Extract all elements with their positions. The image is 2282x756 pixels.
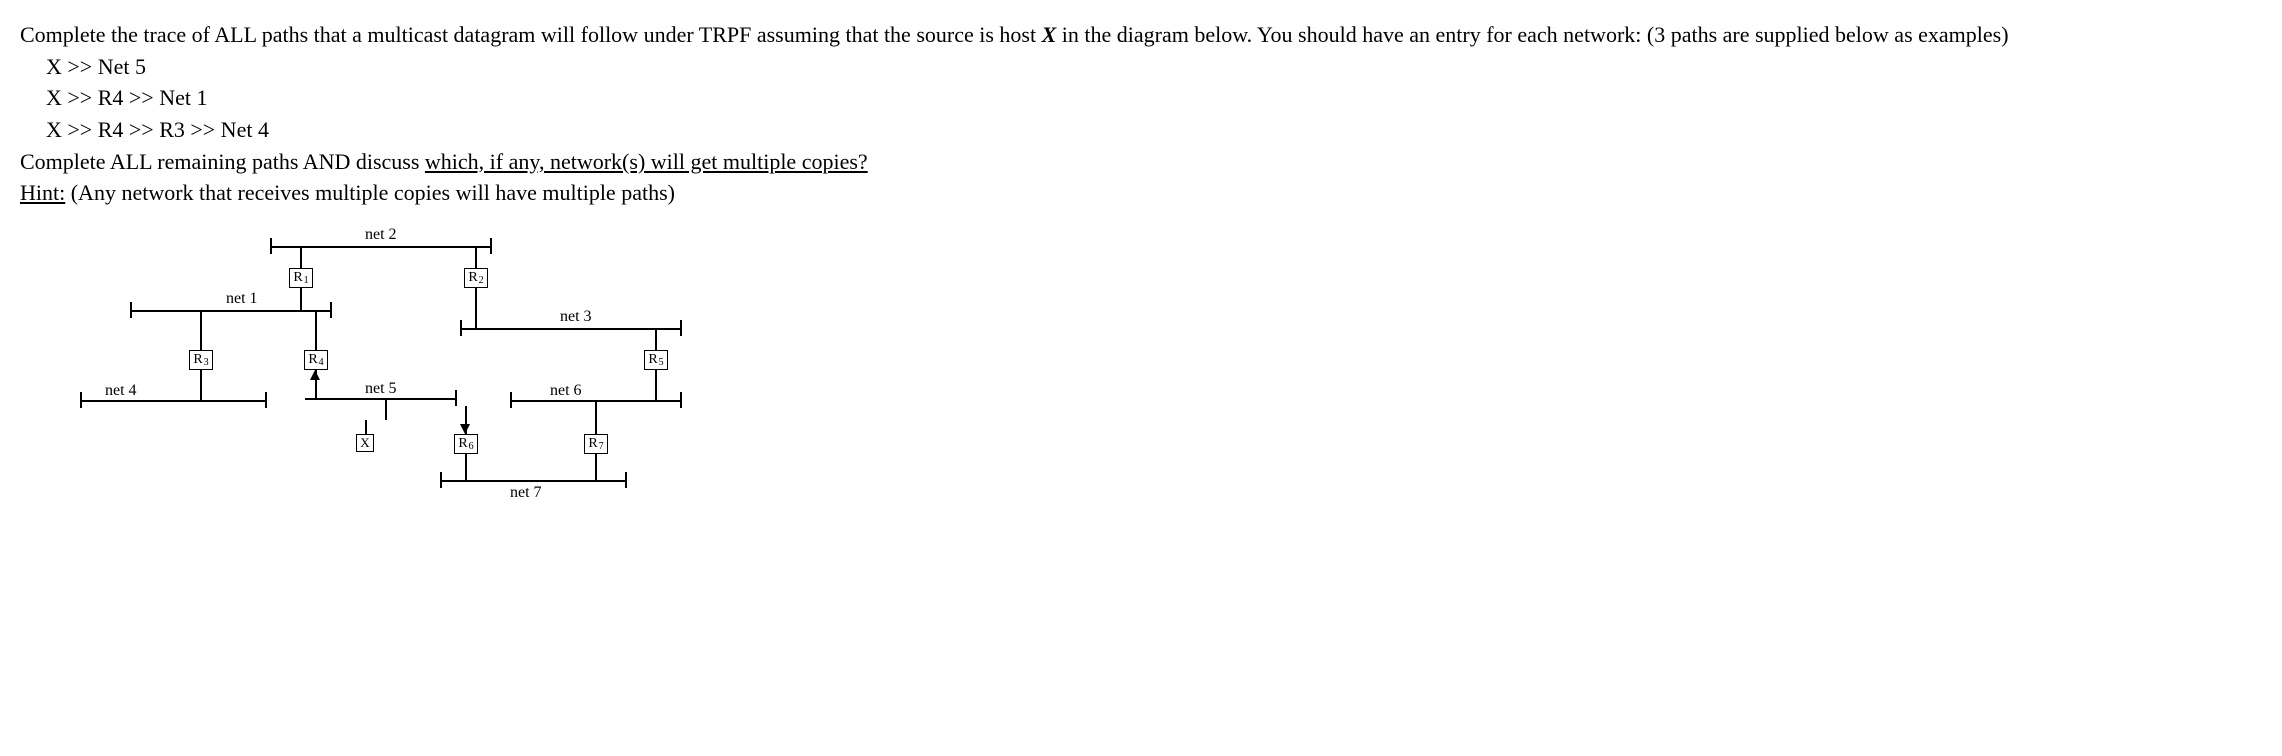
r4-to-net1 [315,310,317,350]
r3-letter: R [193,351,202,370]
r1-sub: 1 [304,274,309,288]
r5-to-net3 [655,328,657,350]
net2-tick-left [270,238,272,254]
net6-label: net 6 [550,380,582,402]
r7-to-net7 [595,454,597,480]
r3-to-net4 [200,370,202,400]
router-r6: R6 [454,434,478,454]
example-path-1: X >> Net 5 [46,52,2220,82]
r1-to-net2 [300,246,302,268]
r1-to-net1 [300,288,302,310]
router-r2: R2 [464,268,488,288]
r4-letter: R [308,351,317,370]
r2-letter: R [468,269,477,288]
net4-label: net 4 [105,380,137,402]
router-r3: R3 [189,350,213,370]
net1-tick-right [330,302,332,318]
router-r1: R1 [289,268,313,288]
net7-tick-left [440,472,442,488]
intro-text-b: in the diagram below. You should have an… [1056,22,2008,47]
r2-sub: 2 [479,274,484,288]
net6-tick-left [510,392,512,408]
r1-letter: R [293,269,302,288]
host-x: X [356,434,374,452]
intro-x: X [1042,22,1057,47]
net4-tick-left [80,392,82,408]
r5-letter: R [648,351,657,370]
r7-letter: R [588,435,597,454]
arrow-r6-down-icon [460,424,470,434]
r7-to-net6 [595,400,597,434]
net2-tick-right [490,238,492,254]
example-path-3: X >> R4 >> R3 >> Net 4 [46,115,2220,145]
network-diagram: net 2 R1 R2 net 1 net 3 R3 [70,226,770,506]
net6-tick-right [680,392,682,408]
page: Complete the trace of ALL paths that a m… [0,0,2240,516]
net1-label: net 1 [226,288,258,310]
net2-bus [270,246,490,248]
hint-paragraph: Hint: (Any network that receives multipl… [20,178,2220,208]
r5-sub: 5 [659,356,664,370]
router-r5: R5 [644,350,668,370]
r3-sub: 3 [204,356,209,370]
r6-sub: 6 [469,440,474,454]
hint-label: Hint: [20,180,65,205]
net7-tick-right [625,472,627,488]
net3-label: net 3 [560,306,592,328]
r6-letter: R [458,435,467,454]
net1-bus [130,310,330,312]
arrow-r4-up-icon [310,370,320,380]
r3-to-net1 [200,310,202,350]
intro-paragraph: Complete the trace of ALL paths that a m… [20,20,2220,50]
host-x-label: X [360,434,369,452]
net1-tick-left [130,302,132,318]
net4-tick-right [265,392,267,408]
net7-label: net 7 [510,482,542,504]
net3-tick-left [460,320,462,336]
router-r7: R7 [584,434,608,454]
router-r4: R4 [304,350,328,370]
example-path-2: X >> R4 >> Net 1 [46,83,2220,113]
r2-to-net3 [475,288,477,328]
task-underline: which, if any, network(s) will get multi… [425,149,868,174]
task-paragraph: Complete ALL remaining paths AND discuss… [20,147,2220,177]
net2-label: net 2 [365,224,397,246]
intro-text-a: Complete the trace of ALL paths that a m… [20,22,1042,47]
r2-to-net2 [475,246,477,268]
task-text-a: Complete ALL remaining paths AND discuss [20,149,425,174]
net5-label: net 5 [365,378,397,400]
net5-tick-right [455,390,457,406]
hint-text: (Any network that receives multiple copi… [65,180,675,205]
net5-drop [385,398,387,420]
r6-to-net7 [465,454,467,480]
x-to-net5 [365,420,367,434]
r5-to-net6 [655,370,657,400]
r7-sub: 7 [599,440,604,454]
net3-bus [460,328,680,330]
net3-tick-right [680,320,682,336]
r4-sub: 4 [319,356,324,370]
